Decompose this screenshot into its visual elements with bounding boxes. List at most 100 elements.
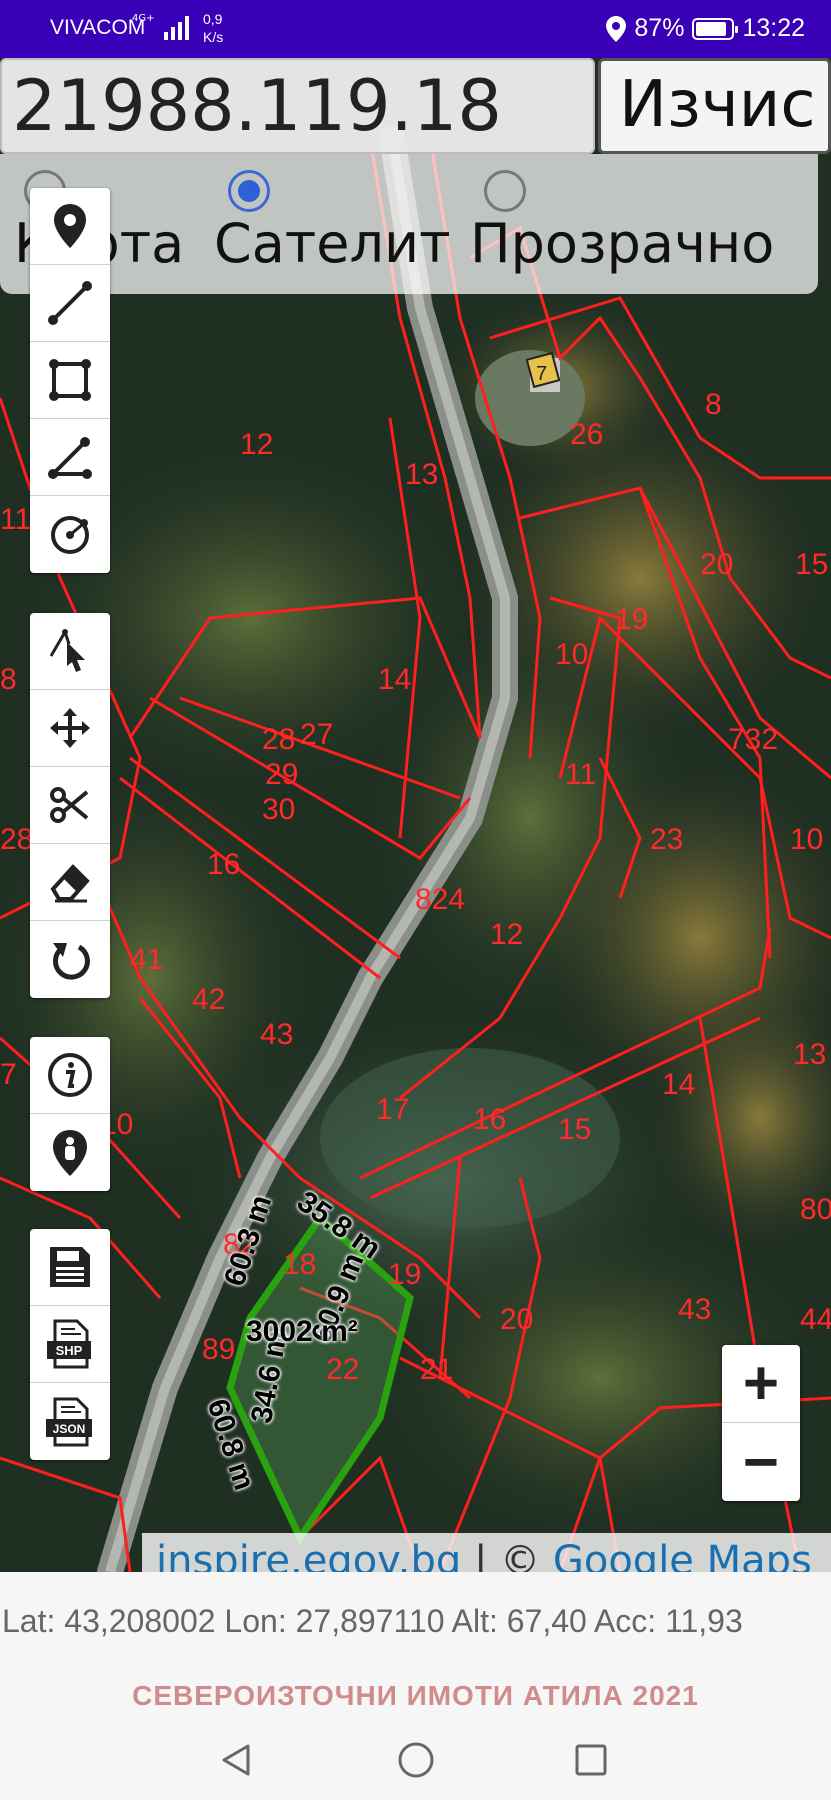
- cut-tool[interactable]: [30, 767, 110, 844]
- parcel-label: 8: [0, 663, 17, 696]
- status-right: 87% 13:22: [606, 14, 805, 43]
- brand-footer: СЕВЕРОИЗТОЧНИ ИМОТИ АТИЛА 2021: [132, 1680, 699, 1711]
- parcel-label: 13: [793, 1038, 827, 1071]
- select-icon: [49, 629, 85, 672]
- parcel-label: 30: [262, 793, 296, 826]
- polygon-icon: [49, 359, 91, 401]
- parcel-label: 26: [570, 418, 604, 451]
- point-tool[interactable]: [30, 188, 110, 265]
- parcel-label: 28: [262, 723, 296, 756]
- parcel-label: 41: [130, 943, 164, 976]
- net-speed-value: 0,9: [203, 11, 223, 27]
- carrier-name: VIVACOM: [50, 16, 146, 39]
- calculate-button[interactable]: Изчис: [598, 58, 831, 154]
- svg-text:7: 7: [536, 363, 547, 385]
- inspire-link[interactable]: inspire.egov.bg: [156, 1538, 461, 1572]
- parcel-label: 20: [500, 1303, 534, 1336]
- save-tool[interactable]: [30, 1229, 110, 1306]
- battery-icon: [692, 17, 739, 40]
- parcel-label: 27: [300, 718, 334, 751]
- layer-label-satellite[interactable]: Сателит: [214, 212, 451, 275]
- parcel-label: 23: [650, 823, 684, 856]
- angle-icon: [48, 437, 92, 479]
- parcel-label: 19: [388, 1258, 422, 1291]
- radio-transparent[interactable]: [484, 170, 526, 212]
- select-tool[interactable]: [30, 613, 110, 690]
- move-tool[interactable]: [30, 690, 110, 767]
- undo-tool[interactable]: [30, 921, 110, 998]
- info-tools: [30, 1037, 110, 1191]
- home-icon: [398, 1742, 434, 1778]
- system-nav-bar: [0, 1720, 831, 1800]
- undo-icon: [52, 942, 90, 980]
- network-type: 4G+: [132, 13, 155, 24]
- net-speed-unit: K/s: [203, 29, 224, 45]
- eraser-icon: [50, 864, 90, 903]
- net-speed: 0,9 K/s: [203, 10, 223, 46]
- parcel-label: 29: [265, 758, 299, 791]
- polygon-tool[interactable]: [30, 342, 110, 419]
- parcel-label: 42: [192, 983, 226, 1016]
- parcel-label: 12: [240, 428, 274, 461]
- attribution-separator: | ©: [461, 1538, 553, 1572]
- radio-satellite[interactable]: [228, 170, 270, 212]
- parcel-label: 20: [700, 548, 734, 581]
- eraser-tool[interactable]: [30, 844, 110, 921]
- parcel-label: 44: [800, 1303, 831, 1336]
- svg-text:JSON: JSON: [53, 1422, 86, 1436]
- back-button[interactable]: [214, 1738, 258, 1782]
- info-icon: [48, 1053, 92, 1097]
- json-export-icon: JSON: [46, 1397, 92, 1446]
- circle-tool[interactable]: [30, 496, 110, 573]
- cut-icon: [50, 787, 89, 823]
- gps-coordinates: Lat: 43,208002 Lon: 27,897110 Alt: 67,40…: [2, 1603, 743, 1639]
- point-icon: [54, 204, 86, 248]
- parcel-label: 13: [405, 458, 439, 491]
- location-icon: [606, 15, 627, 42]
- back-icon: [222, 1744, 250, 1776]
- recents-button[interactable]: [569, 1738, 613, 1782]
- parcel-label: 21: [420, 1353, 454, 1386]
- shp-export-icon: SHP: [47, 1319, 91, 1369]
- info-tool[interactable]: [30, 1037, 110, 1114]
- layer-label-transparent[interactable]: Прозрачно: [470, 212, 774, 275]
- parcel-label: 28: [0, 823, 34, 856]
- parcel-label: 8: [705, 388, 722, 421]
- json-export-tool[interactable]: JSON: [30, 1383, 110, 1460]
- battery-percent: 87%: [634, 14, 685, 42]
- parcel-label: 19: [615, 603, 649, 636]
- parcel-id-input[interactable]: 21988.119.18: [0, 58, 595, 154]
- parcel-label: 10: [555, 638, 589, 671]
- file-tools: SHP JSON: [30, 1229, 110, 1460]
- zoom-in-button[interactable]: +: [722, 1345, 800, 1423]
- area-label: 3002 m²: [246, 1315, 358, 1348]
- parcel-label: 11: [0, 503, 32, 536]
- signal-icon: [164, 16, 189, 40]
- angle-tool[interactable]: [30, 419, 110, 496]
- parcel-label: 43: [678, 1293, 712, 1326]
- line-icon: [48, 281, 92, 325]
- location-person-icon: [53, 1129, 87, 1176]
- parcel-label: 15: [558, 1113, 592, 1146]
- line-tool[interactable]: [30, 265, 110, 342]
- parcel-label: 22: [326, 1353, 360, 1386]
- edit-tools: [30, 613, 110, 998]
- parcel-label: 11: [565, 758, 597, 791]
- zoom-control: + −: [722, 1345, 800, 1501]
- parcel-label: 824: [415, 883, 466, 916]
- parcel-label: 16: [473, 1103, 507, 1136]
- circle-icon: [51, 515, 89, 554]
- parcel-label: 732: [728, 723, 779, 756]
- google-maps-link[interactable]: Google Maps: [553, 1538, 812, 1572]
- status-bar: VIVACOM 4G+ 0,9 K/s 87% 13:22: [0, 0, 831, 58]
- shp-export-tool[interactable]: SHP: [30, 1306, 110, 1383]
- parcel-label: 10: [790, 823, 824, 856]
- parcel-label: 7: [0, 1058, 17, 1091]
- home-button[interactable]: [394, 1738, 438, 1782]
- locate-me-tool[interactable]: [30, 1114, 110, 1191]
- map-attribution: inspire.egov.bg | © Google Maps: [142, 1533, 831, 1572]
- zoom-out-button[interactable]: −: [722, 1423, 800, 1501]
- parcel-label: 12: [490, 918, 524, 951]
- parcel-label: 16: [207, 848, 241, 881]
- parcel-label: 14: [662, 1068, 696, 1101]
